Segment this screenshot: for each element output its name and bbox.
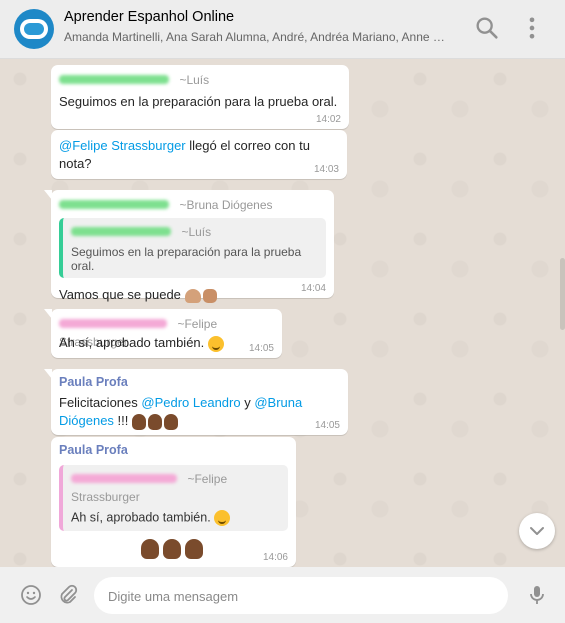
quoted-text: Seguimos en la preparación para la prueb… xyxy=(71,245,302,273)
mention-link[interactable]: @Felipe Strassburger xyxy=(59,138,186,153)
message-text-part: !!! xyxy=(113,413,132,428)
group-title[interactable]: Aprender Espanhol Online xyxy=(64,9,234,25)
clapping-emoji-icon xyxy=(162,539,181,559)
message-author[interactable]: Paula Profa xyxy=(59,443,288,457)
message-time: 14:05 xyxy=(248,343,274,354)
redacted-phone xyxy=(59,75,169,85)
scrollbar-thumb[interactable] xyxy=(560,258,565,330)
message-input[interactable] xyxy=(108,586,488,606)
message-text-part: Felicitaciones xyxy=(59,395,142,410)
message-text: Ah sí, aprobado también. xyxy=(59,334,274,352)
grinning-emoji-icon xyxy=(207,335,224,352)
clapping-emoji-icon xyxy=(148,413,162,430)
message-sender: ~Luís xyxy=(179,72,210,87)
group-participants[interactable]: Amanda Martinelli, Ana Sarah Alumna, And… xyxy=(64,30,454,44)
redacted-phone xyxy=(59,200,169,210)
message-bubble[interactable]: ~Felipe Strassburger Ah sí, aprobado tam… xyxy=(44,309,282,358)
message-time: 14:04 xyxy=(300,283,326,294)
group-avatar[interactable] xyxy=(14,9,54,49)
message-text-part: Vamos que se puede xyxy=(59,287,181,302)
clapping-emoji-icon xyxy=(164,413,178,430)
search-icon[interactable] xyxy=(473,14,501,42)
clapping-emoji-icon xyxy=(140,539,159,559)
quoted-text: Ah sí, aprobado también. xyxy=(71,510,211,525)
message-time: 14:02 xyxy=(315,114,341,125)
composer-bar xyxy=(0,567,565,623)
message-input-box[interactable] xyxy=(94,577,508,614)
message-text: Vamos que se puede xyxy=(59,286,326,304)
emoji-only-message xyxy=(59,539,288,559)
quoted-sender: ~Luís xyxy=(181,224,212,239)
scroll-down-button[interactable] xyxy=(519,513,555,549)
message-text: @Felipe Strassburger llegó el correo con… xyxy=(59,137,339,173)
flexed-biceps-emoji-icon xyxy=(184,288,201,303)
message-time: 14:03 xyxy=(313,164,339,175)
message-sender: ~Bruna Diógenes xyxy=(179,197,273,212)
menu-icon[interactable] xyxy=(518,14,546,42)
avatar-logo-detail xyxy=(24,23,44,35)
message-bubble[interactable]: ~Luís Seguimos en la preparación para la… xyxy=(51,65,349,129)
attach-icon[interactable] xyxy=(56,583,80,607)
message-bubble[interactable]: @Felipe Strassburger llegó el correo con… xyxy=(51,130,347,179)
clapping-emoji-icon xyxy=(184,539,203,559)
redacted-phone xyxy=(71,227,171,237)
message-text-part: Ah sí, aprobado también. xyxy=(59,335,205,350)
message-time: 14:05 xyxy=(314,420,340,431)
message-list[interactable]: ~Luís Seguimos en la preparación para la… xyxy=(0,59,558,567)
clapping-emoji-icon xyxy=(132,413,146,430)
message-time: 14:06 xyxy=(262,552,288,563)
message-bubble[interactable]: Paula Profa ~Felipe Strassburger Ah sí, … xyxy=(51,437,296,567)
redacted-phone xyxy=(71,474,177,484)
fist-emoji-icon xyxy=(202,288,217,303)
message-text: Felicitaciones @Pedro Leandro y @Bruna D… xyxy=(59,394,340,430)
message-bubble[interactable]: ~Bruna Diógenes ~Luís Seguimos en la pre… xyxy=(44,190,334,303)
emoji-icon[interactable] xyxy=(19,583,43,607)
quoted-message[interactable]: ~Luís Seguimos en la preparación para la… xyxy=(59,218,326,278)
quoted-text-wrap: Ah sí, aprobado también. xyxy=(71,510,280,526)
mention-link[interactable]: @Pedro Leandro xyxy=(141,395,240,410)
chat-header: Aprender Espanhol Online Amanda Martinel… xyxy=(0,0,565,59)
microphone-icon[interactable] xyxy=(525,583,549,607)
message-bubble[interactable]: Paula Profa Felicitaciones @Pedro Leandr… xyxy=(44,369,348,435)
grinning-emoji-icon xyxy=(214,510,231,526)
message-author[interactable]: Paula Profa xyxy=(59,375,340,389)
message-text-part: y xyxy=(240,395,255,410)
quoted-message[interactable]: ~Felipe Strassburger Ah sí, aprobado tam… xyxy=(59,465,288,531)
redacted-phone xyxy=(59,319,167,329)
message-text: Seguimos en la preparación para la prueb… xyxy=(59,94,338,109)
